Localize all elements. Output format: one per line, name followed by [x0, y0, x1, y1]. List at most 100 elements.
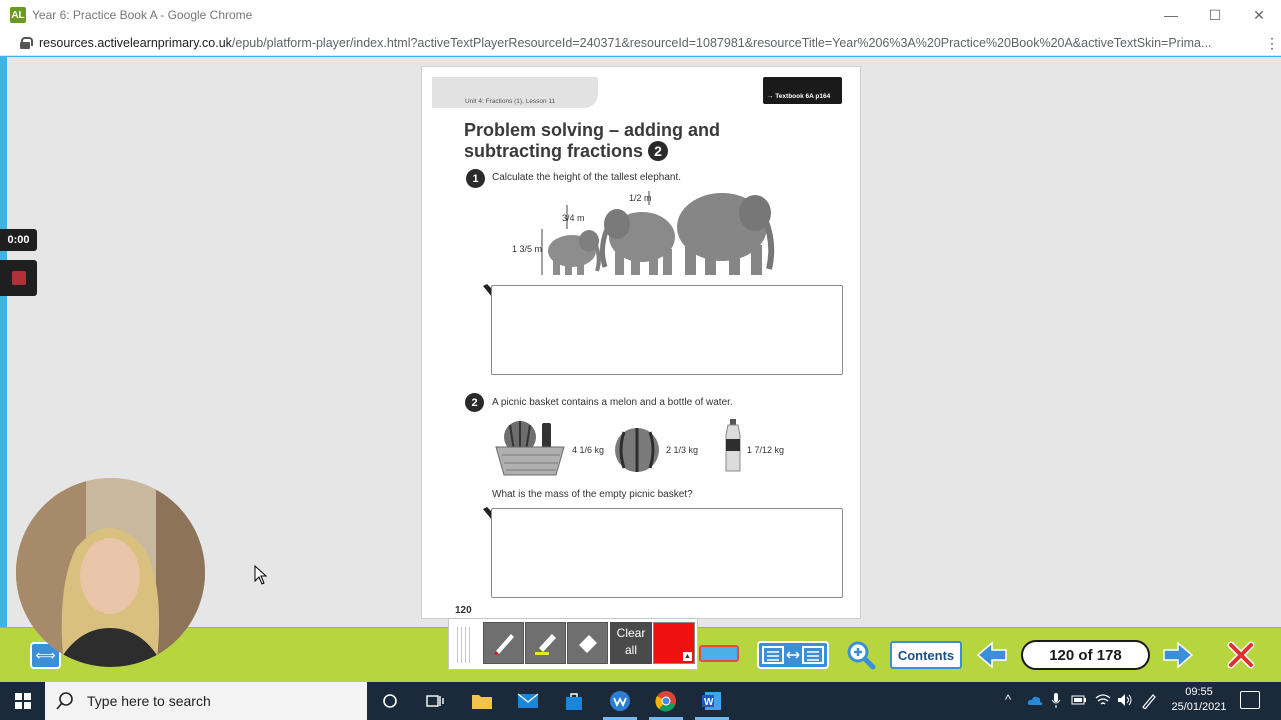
clear-label-1: Clear	[616, 626, 646, 640]
close-window-button[interactable]: ✕	[1237, 0, 1281, 30]
url-path: /epub/platform-player/index.html?activeT…	[231, 35, 1212, 50]
store-button[interactable]	[559, 686, 589, 716]
page-counter[interactable]: 120 of 178	[1021, 640, 1150, 670]
window-title: Year 6: Practice Book A - Google Chrome	[32, 8, 253, 22]
question-1-text: Calculate the height of the tallest elep…	[492, 172, 682, 183]
svg-text:W: W	[704, 697, 714, 708]
cortana-icon	[383, 694, 397, 708]
zoom-button[interactable]	[846, 640, 876, 670]
wifi-icon[interactable]	[1095, 693, 1111, 707]
reader-toolbar: ⟺ Clear all ▲ Contents 120 of 178	[0, 618, 1281, 682]
caret-up-icon: ▲	[683, 652, 692, 661]
close-reader-button[interactable]	[1226, 640, 1256, 670]
question-1-answer-box[interactable]	[491, 285, 843, 375]
close-icon	[1227, 641, 1255, 669]
onedrive-icon[interactable]	[1027, 694, 1043, 706]
lesson-title-line-2: subtracting fractions	[464, 141, 644, 161]
browser-menu-icon[interactable]: ⋮	[1265, 35, 1279, 52]
melon-mass: 2 1/3 kg	[666, 445, 699, 455]
highlighter-icon	[534, 634, 556, 655]
next-page-button[interactable]	[1162, 641, 1194, 669]
magnifier-icon	[847, 641, 876, 670]
mail-icon	[517, 693, 539, 708]
clock-time: 09:55	[1185, 686, 1213, 698]
large-elephant-extra: 1/2 m	[629, 193, 652, 203]
lesson-number-badge: 2	[648, 141, 669, 161]
bottle-mass: 1 7/12 kg	[747, 445, 785, 455]
basket-mass: 4 1/6 kg	[572, 445, 605, 455]
pen-icon	[493, 634, 514, 655]
chrome-icon	[655, 691, 676, 712]
presenter-video	[16, 478, 205, 667]
unit-label: Unit 4: Fractions (1), Lesson 11	[432, 77, 598, 108]
word-button[interactable]: W	[697, 686, 727, 716]
drag-handle[interactable]	[457, 627, 471, 663]
clock-date: 25/01/2021	[1171, 701, 1227, 713]
question-2-answer-box[interactable]	[491, 508, 843, 598]
whiteboard-app-button[interactable]	[605, 686, 635, 716]
pen-workspace-icon[interactable]	[1141, 693, 1157, 709]
file-explorer-button[interactable]	[467, 686, 497, 716]
pen-tool-button[interactable]	[483, 622, 524, 664]
webcam-overlay	[16, 478, 205, 667]
lesson-title: Problem solving – adding and subtracting…	[464, 120, 794, 162]
cortana-button[interactable]	[375, 686, 405, 716]
left-edge-strip	[0, 57, 7, 627]
pen-color-button[interactable]: ▲	[653, 622, 695, 664]
question-2-text: A picnic basket contains a melon and a b…	[492, 397, 733, 408]
start-button[interactable]	[0, 682, 45, 720]
store-icon	[566, 693, 582, 710]
book-page: Unit 4: Fractions (1), Lesson 11 → Textb…	[421, 66, 861, 619]
taskbar-search-box[interactable]: Type here to search	[45, 682, 367, 720]
question-1-number: 1	[466, 169, 485, 188]
chrome-button[interactable]	[651, 686, 681, 716]
stop-icon	[11, 271, 26, 285]
notification-center-icon[interactable]	[1240, 691, 1260, 709]
contents-button[interactable]: Contents	[890, 641, 962, 669]
browser-title-bar: AL Year 6: Practice Book A - Google Chro…	[0, 0, 1281, 30]
textbook-reference-badge[interactable]: → Textbook 6A p164	[763, 77, 842, 104]
system-clock[interactable]: 09:55 25/01/2021	[1166, 685, 1232, 715]
url-host: resources.activelearnprimary.co.uk	[39, 35, 232, 50]
highlight-tool-button[interactable]	[699, 645, 739, 662]
previous-page-button[interactable]	[976, 641, 1008, 669]
microphone-icon[interactable]	[1051, 693, 1061, 709]
swap-arrows-icon: ⟺	[35, 647, 56, 663]
whiteboard-icon	[610, 691, 630, 711]
medium-elephant-extra: 3/4 m	[562, 213, 585, 223]
page-number: 120	[455, 605, 472, 616]
maximize-button[interactable]: ☐	[1193, 0, 1237, 30]
url-text[interactable]: resources.activelearnprimary.co.uk/epub/…	[39, 36, 1259, 50]
windows-taskbar: Type here to search W ^ 09:55 25/01/2021	[0, 682, 1281, 720]
highlighter-tool-button[interactable]	[525, 622, 566, 664]
question-2-subquestion: What is the mass of the empty picnic bas…	[492, 489, 693, 500]
mouse-cursor-icon	[254, 565, 268, 585]
task-view-button[interactable]	[420, 686, 450, 716]
eraser-icon	[578, 635, 597, 653]
word-icon: W	[702, 692, 721, 710]
recording-stop-button[interactable]	[0, 260, 37, 296]
picnic-basket-illustration	[495, 421, 565, 476]
search-icon	[56, 692, 73, 710]
search-placeholder: Type here to search	[87, 693, 211, 709]
minimize-button[interactable]: —	[1149, 0, 1193, 30]
drawing-tools-panel: Clear all ▲	[448, 618, 698, 670]
clear-all-button[interactable]: Clear all	[610, 622, 652, 664]
eraser-tool-button[interactable]	[567, 622, 608, 664]
battery-icon[interactable]	[1071, 693, 1087, 707]
lesson-title-line-1: Problem solving – adding and	[464, 120, 721, 140]
windows-logo-icon	[14, 693, 31, 709]
address-bar[interactable]: resources.activelearnprimary.co.uk/epub/…	[0, 30, 1281, 56]
arrow-left-icon	[976, 641, 1007, 669]
clear-label-2: all	[624, 643, 637, 657]
two-page-view-icon	[762, 646, 824, 664]
chevron-up-icon[interactable]: ^	[1005, 692, 1011, 707]
page-view-toggle-button[interactable]	[757, 641, 829, 669]
melon-illustration	[615, 428, 659, 472]
app-favicon: AL	[10, 7, 26, 23]
mail-button[interactable]	[513, 686, 543, 716]
small-elephant-height: 1 3/5 m	[512, 244, 543, 254]
question-2-number: 2	[465, 393, 484, 412]
lock-icon[interactable]	[20, 36, 33, 49]
volume-icon[interactable]	[1117, 693, 1133, 707]
